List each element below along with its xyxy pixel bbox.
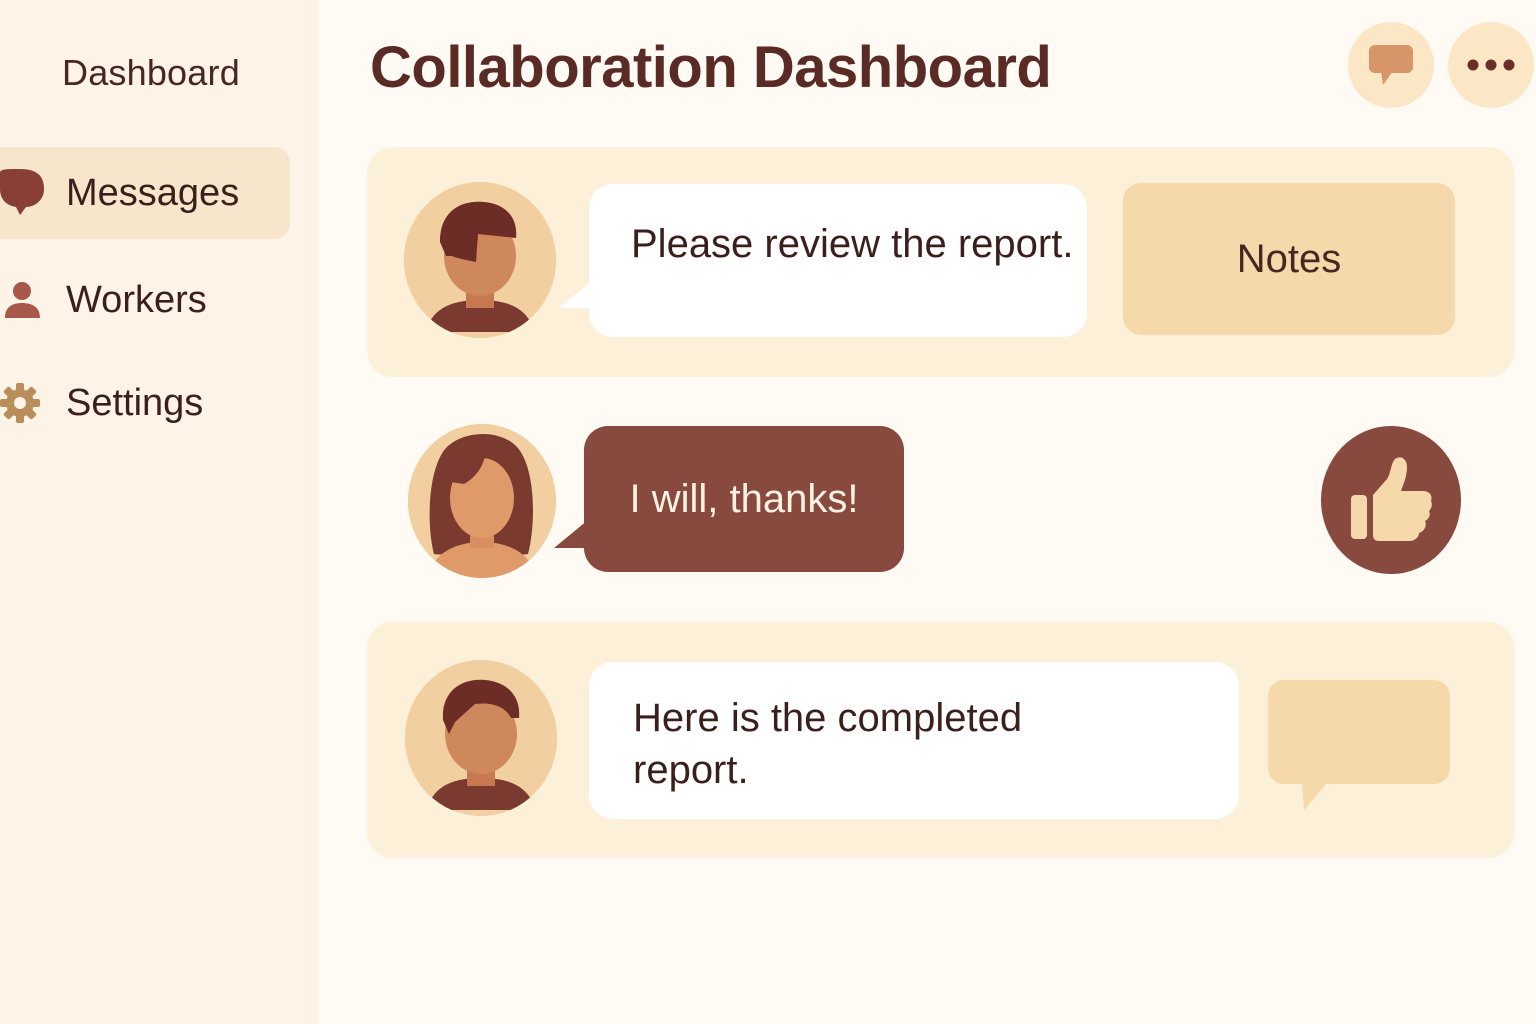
more-horizontal-icon xyxy=(1467,59,1515,71)
thumbs-up-button[interactable] xyxy=(1321,426,1461,574)
message-text: I will, thanks! xyxy=(629,476,859,521)
avatar xyxy=(408,424,556,578)
more-button[interactable] xyxy=(1448,22,1534,108)
gear-icon xyxy=(0,383,40,423)
reply-message-bubble: I will, thanks! xyxy=(554,426,904,572)
message-text: Please review the report. xyxy=(631,222,1074,266)
app-window: Dashboard Messages Workers Settings Coll… xyxy=(0,0,1536,1024)
man-avatar-icon xyxy=(405,660,557,816)
woman-avatar-icon xyxy=(408,424,556,578)
avatar xyxy=(405,660,557,816)
avatar xyxy=(404,182,556,338)
sidebar-title: Dashboard xyxy=(62,52,240,93)
man-avatar-icon xyxy=(404,182,556,338)
page-title: Collaboration Dashboard xyxy=(370,35,1052,100)
sidebar-item-settings[interactable]: Settings xyxy=(0,357,290,449)
chat-button[interactable] xyxy=(1348,22,1434,108)
thumbs-up-icon xyxy=(1351,457,1432,541)
message-card: Here is the completed report. xyxy=(367,622,1514,858)
message-text-line-2: report. xyxy=(633,748,749,792)
sidebar: Dashboard Messages Workers Settings xyxy=(0,0,318,1024)
message-text-line-1: Here is the completed xyxy=(633,696,1023,740)
chat-bubble-icon xyxy=(1369,45,1413,85)
bubble-tail xyxy=(559,280,593,308)
message-card: Please review the report. Notes xyxy=(367,147,1514,377)
message-bubble: Please review the report. xyxy=(559,184,1087,337)
bubble-tail xyxy=(554,520,588,548)
message-bubble: Here is the completed report. xyxy=(589,662,1239,819)
sidebar-item-messages[interactable]: Messages xyxy=(0,147,290,239)
speech-bubble-icon xyxy=(0,169,44,215)
reply-button[interactable] xyxy=(1268,680,1452,817)
sidebar-item-label: Workers xyxy=(66,278,207,321)
sidebar-item-workers[interactable]: Workers xyxy=(0,254,290,346)
sidebar-item-label: Messages xyxy=(66,171,240,214)
person-icon xyxy=(5,282,40,318)
reply-bubble-icon xyxy=(1268,680,1450,810)
notes-button[interactable]: Notes xyxy=(1123,183,1455,335)
sidebar-item-label: Settings xyxy=(66,381,204,424)
